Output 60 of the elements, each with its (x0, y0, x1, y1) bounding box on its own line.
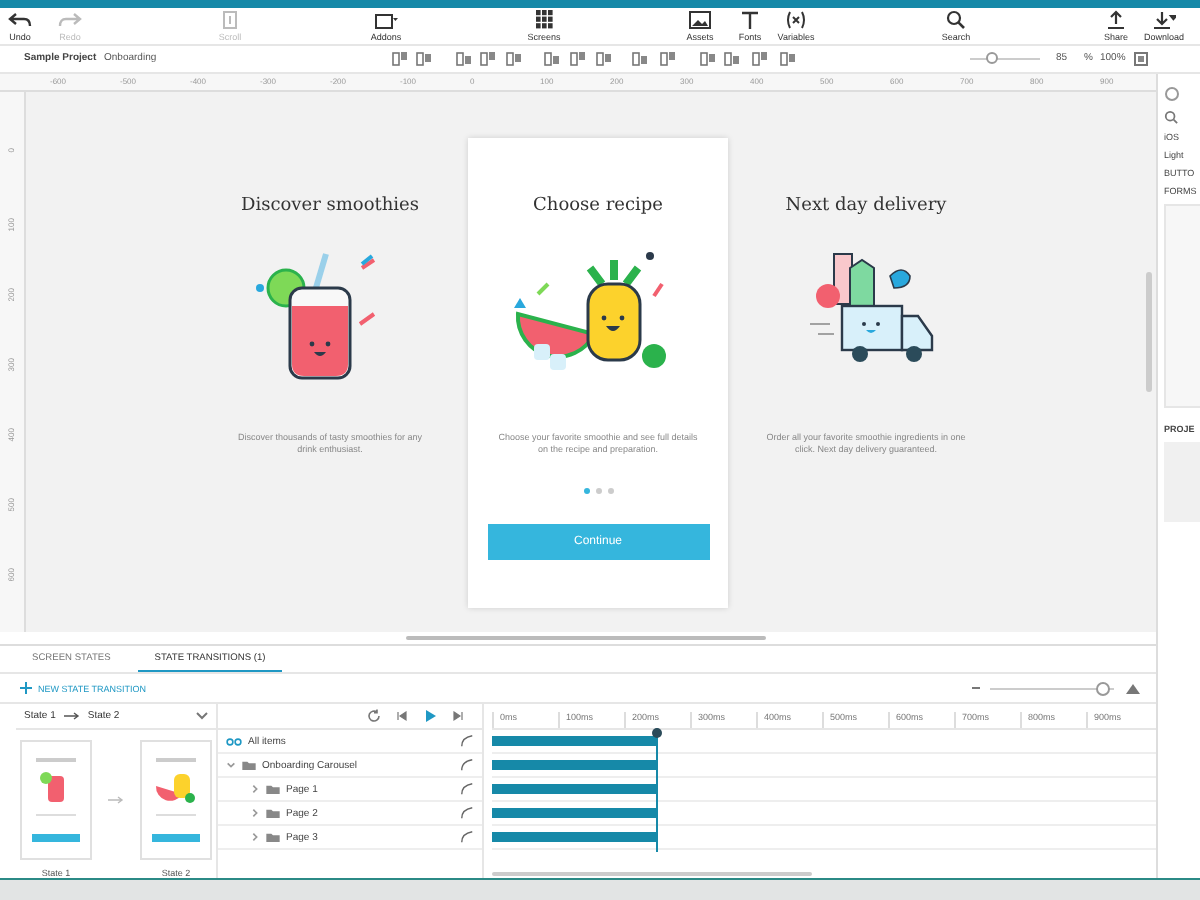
align-icon[interactable] (456, 52, 472, 66)
link-icon (226, 737, 242, 745)
align-icon[interactable] (780, 52, 796, 66)
timeline-scrollbar[interactable] (492, 872, 812, 876)
page-title: Discover smoothies (241, 196, 419, 216)
chevron-icon[interactable] (250, 832, 260, 842)
chevron-icon[interactable] (250, 808, 260, 818)
state-thumbnail[interactable] (20, 740, 92, 860)
state-thumbnail[interactable] (140, 740, 212, 860)
scroll-icon (218, 10, 242, 30)
page-dot[interactable] (583, 487, 589, 494)
undo-icon (8, 10, 32, 30)
delivery-truck-drawing (809, 253, 934, 362)
align-icon[interactable] (724, 52, 740, 66)
zoom-slider[interactable] (970, 52, 1040, 66)
chevron-icon[interactable] (226, 760, 236, 770)
page-dot[interactable] (595, 487, 601, 494)
align-icon[interactable] (544, 52, 560, 66)
arrow-icon (108, 795, 124, 803)
align-icon[interactable] (632, 52, 648, 66)
zoom-in-icon[interactable] (1126, 683, 1140, 693)
screens-icon (532, 10, 556, 30)
play-icon[interactable] (422, 708, 438, 724)
horizontal-scrollbar[interactable] (406, 636, 766, 640)
variables-icon (784, 10, 808, 30)
fit-icon[interactable] (1134, 52, 1148, 66)
page-title: Next day delivery (785, 196, 947, 216)
fonts-icon (738, 10, 762, 30)
page-title: Choose recipe (533, 196, 663, 216)
redo-icon (58, 10, 82, 30)
slider-thumb[interactable] (1096, 682, 1111, 696)
download-icon (1152, 10, 1176, 30)
align-icon[interactable] (416, 52, 432, 66)
skip-forward-icon[interactable] (450, 708, 466, 724)
arrow-icon (63, 712, 80, 720)
align-icon[interactable] (570, 52, 586, 66)
align-icon[interactable] (480, 52, 496, 66)
zoom-out-icon[interactable] (970, 684, 982, 692)
share-icon (1104, 10, 1128, 30)
plus-icon (20, 682, 32, 694)
align-icon[interactable] (392, 52, 408, 66)
search-icon[interactable] (1164, 110, 1178, 124)
smoothie-drawing (256, 253, 376, 380)
replay-icon[interactable] (366, 708, 382, 724)
vertical-scrollbar[interactable] (1146, 272, 1152, 392)
align-icon[interactable] (700, 52, 716, 66)
caret-icon (196, 712, 208, 720)
skip-back-icon[interactable] (394, 708, 410, 724)
align-icon[interactable] (660, 52, 676, 66)
assets-icon (688, 10, 712, 30)
timeline-zoom-slider[interactable] (990, 682, 1114, 694)
slider-thumb[interactable] (985, 52, 997, 64)
align-icon[interactable] (506, 52, 522, 66)
align-icon[interactable] (752, 52, 768, 66)
search-icon (944, 10, 968, 30)
playhead[interactable] (651, 728, 661, 852)
addons-icon (374, 10, 398, 30)
align-icon[interactable] (596, 52, 612, 66)
chevron-icon[interactable] (250, 784, 260, 794)
page-dot[interactable] (607, 487, 613, 494)
